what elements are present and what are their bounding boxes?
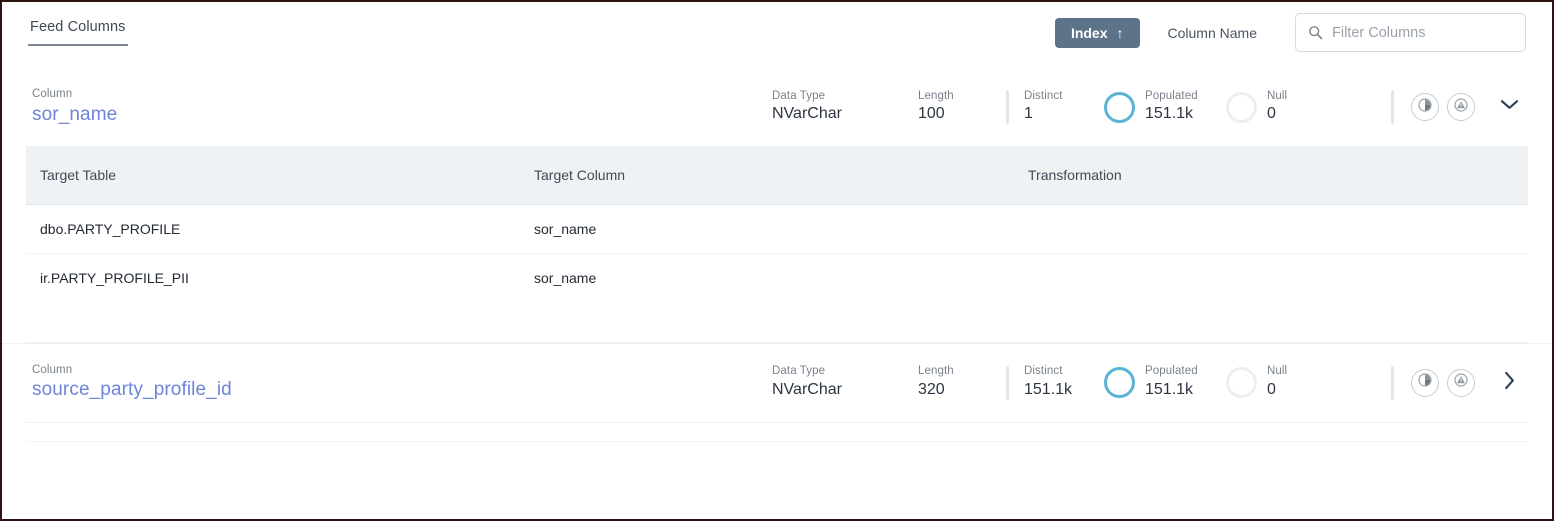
null-value: 0 (1267, 380, 1287, 401)
populated-ring-icon (1104, 92, 1135, 123)
pie-chart-icon (1417, 372, 1433, 393)
next-card-separator (26, 441, 1528, 442)
null-field: Null 0 (1226, 89, 1338, 125)
data-type-value: NVarChar (772, 104, 918, 125)
column-identity: Column source_party_profile_id (32, 363, 772, 402)
null-field: Null 0 (1226, 364, 1338, 400)
header-tools: Index ↑ Column Name (1055, 2, 1526, 52)
null-value: 0 (1267, 104, 1287, 125)
column-label: Column (32, 363, 772, 379)
sort-by-index-button[interactable]: Index ↑ (1055, 18, 1140, 48)
data-type-field: Data Type NVarChar (772, 89, 918, 125)
table-header-row: Target Table Target Column Transformatio… (26, 146, 1528, 204)
distinct-value: 1 (1024, 104, 1104, 125)
cell-target-table: ir.PARTY_PROFILE_PII (26, 253, 520, 302)
length-label: Length (918, 364, 1006, 380)
data-type-label: Data Type (772, 89, 918, 105)
populated-field: Populated 151.1k (1104, 364, 1226, 400)
sort-ascending-arrow-icon: ↑ (1117, 26, 1124, 40)
populated-value: 151.1k (1145, 104, 1198, 125)
null-label: Null (1267, 89, 1287, 105)
distinct-field: Distinct 151.1k (1024, 364, 1104, 400)
length-value: 100 (918, 104, 1006, 125)
null-label: Null (1267, 364, 1287, 380)
mappings-bottom-padding (26, 302, 1528, 342)
panel-header: Feed Columns Index ↑ Column Name (2, 2, 1552, 68)
column-identity: Column sor_name (32, 87, 772, 126)
distinct-field: Distinct 1 (1024, 89, 1104, 125)
expand-toggle-button[interactable] (1492, 369, 1526, 397)
populated-label: Populated (1145, 364, 1198, 380)
cell-transformation (1014, 204, 1528, 253)
cell-target-column: sor_name (520, 253, 1014, 302)
header-target-column: Target Column (520, 146, 1014, 204)
chevron-right-icon (1503, 371, 1516, 395)
cell-target-table: dbo.PARTY_PROFILE (26, 204, 520, 253)
length-value: 320 (918, 380, 1006, 401)
populated-value: 151.1k (1145, 380, 1198, 401)
cell-transformation (1014, 253, 1528, 302)
search-icon (1308, 25, 1323, 40)
column-name-link[interactable]: sor_name (32, 103, 772, 127)
column-card: Column source_party_profile_id Data Type… (2, 343, 1552, 423)
distinct-value: 151.1k (1024, 380, 1104, 401)
filter-columns-search-box[interactable] (1295, 13, 1526, 52)
data-type-value: NVarChar (772, 380, 918, 401)
pie-chart-icon (1417, 97, 1433, 118)
row-actions (1391, 366, 1526, 400)
populated-ring-icon (1104, 367, 1135, 398)
null-ring-icon (1226, 367, 1257, 398)
row-actions (1391, 90, 1526, 124)
tab-bar: Feed Columns (28, 2, 128, 46)
table-row[interactable]: ir.PARTY_PROFILE_PII sor_name (26, 253, 1528, 302)
column-label: Column (32, 87, 772, 103)
column-summary-row[interactable]: Column sor_name Data Type NVarChar Lengt… (2, 68, 1552, 146)
header-transformation: Transformation (1014, 146, 1528, 204)
profile-chart-button[interactable] (1411, 93, 1439, 121)
data-quality-alert-button[interactable] (1447, 369, 1475, 397)
distinct-label: Distinct (1024, 89, 1104, 105)
sort-by-column-name-button[interactable]: Column Name (1150, 25, 1275, 41)
profile-chart-button[interactable] (1411, 369, 1439, 397)
null-ring-icon (1226, 92, 1257, 123)
table-row[interactable]: dbo.PARTY_PROFILE sor_name (26, 204, 1528, 253)
column-card: Column sor_name Data Type NVarChar Lengt… (2, 68, 1552, 343)
expand-toggle-button[interactable] (1492, 93, 1526, 121)
warning-triangle-icon (1453, 97, 1469, 118)
column-name-link[interactable]: source_party_profile_id (32, 378, 772, 402)
length-label: Length (918, 89, 1006, 105)
distinct-label: Distinct (1024, 364, 1104, 380)
data-type-label: Data Type (772, 364, 918, 380)
chevron-down-icon (1500, 98, 1519, 116)
feed-columns-panel: Feed Columns Index ↑ Column Name (0, 0, 1554, 521)
data-quality-alert-button[interactable] (1447, 93, 1475, 121)
next-card-gap (2, 423, 1552, 441)
length-field: Length 100 (918, 89, 1006, 125)
populated-field: Populated 151.1k (1104, 89, 1226, 125)
tab-feed-columns[interactable]: Feed Columns (28, 19, 128, 46)
filter-columns-input[interactable] (1332, 25, 1513, 41)
populated-label: Populated (1145, 89, 1198, 105)
divider (1391, 366, 1394, 400)
divider (1391, 90, 1394, 124)
column-mappings-section: Target Table Target Column Transformatio… (2, 146, 1552, 342)
cell-target-column: sor_name (520, 204, 1014, 253)
header-target-table: Target Table (26, 146, 520, 204)
data-type-field: Data Type NVarChar (772, 364, 918, 400)
mappings-table: Target Table Target Column Transformatio… (26, 146, 1528, 302)
sort-by-index-label: Index (1071, 25, 1108, 41)
divider (1006, 366, 1009, 400)
warning-triangle-icon (1453, 372, 1469, 393)
divider (1006, 90, 1009, 124)
length-field: Length 320 (918, 364, 1006, 400)
column-summary-row[interactable]: Column source_party_profile_id Data Type… (2, 344, 1552, 422)
